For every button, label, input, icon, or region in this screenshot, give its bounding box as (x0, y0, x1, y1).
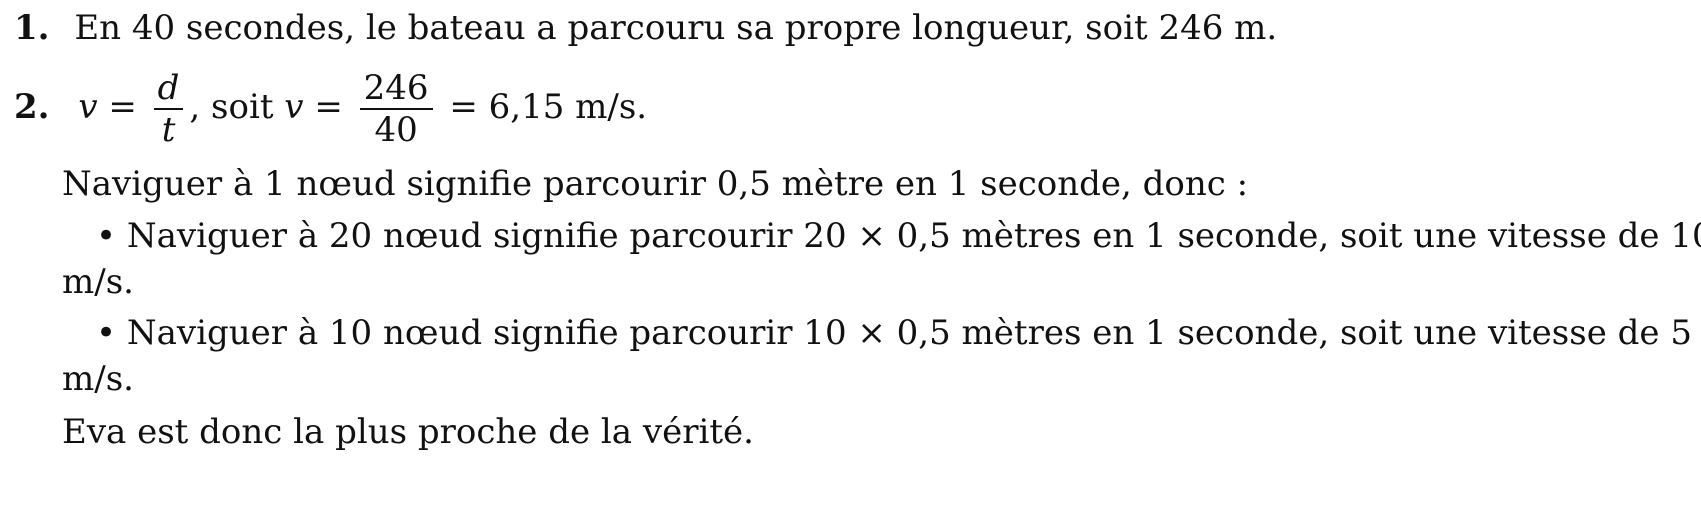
bullet-1-text: Naviguer à 20 nœud signifie parcourir 20… (126, 216, 1701, 256)
bullet-1-symbol: • (96, 216, 117, 256)
fraction-numerator-2: 246 (363, 68, 429, 108)
item-1-number: 1. (14, 8, 50, 48)
velocity-symbol-2: v (284, 87, 304, 127)
item-2-number: 2. (14, 87, 50, 127)
bullet-2-line-1: • Naviguer à 10 nœud signifie parcourir … (96, 313, 1692, 353)
fraction-246-over-40: 246 40 (359, 68, 433, 150)
result-text: = 6,15 m/s. (438, 87, 648, 127)
bullet-2-symbol: • (96, 313, 117, 353)
fraction-denominator-2: 40 (374, 110, 418, 150)
item-1: 1. En 40 secondes, le bateau a parcouru … (14, 8, 1277, 48)
bullet-2-line-2: m/s. (62, 359, 134, 399)
equals-sign-2: = (303, 87, 354, 127)
bullet-1-line-2: m/s. (62, 262, 134, 302)
fraction-numerator: d (157, 68, 180, 108)
soit-text: , soit (189, 87, 285, 127)
item-1-text: En 40 secondes, le bateau a parcouru sa … (74, 8, 1278, 48)
bullet-1-line-1: • Naviguer à 20 nœud signifie parcourir … (96, 216, 1701, 256)
velocity-symbol: v (78, 87, 98, 127)
bullet-2-text: Naviguer à 10 nœud signifie parcourir 10… (126, 313, 1692, 353)
fraction-d-over-t: dt (153, 68, 184, 150)
fraction-denominator: t (161, 110, 176, 150)
conclusion-text: Eva est donc la plus proche de la vérité… (62, 412, 754, 452)
intro-text: Naviguer à 1 nœud signifie parcourir 0,5… (62, 164, 1249, 204)
equals-sign: = (97, 87, 148, 127)
item-2-formula: 2. v = dt, soit v = 246 40 = 6,15 m/s. (14, 66, 647, 150)
